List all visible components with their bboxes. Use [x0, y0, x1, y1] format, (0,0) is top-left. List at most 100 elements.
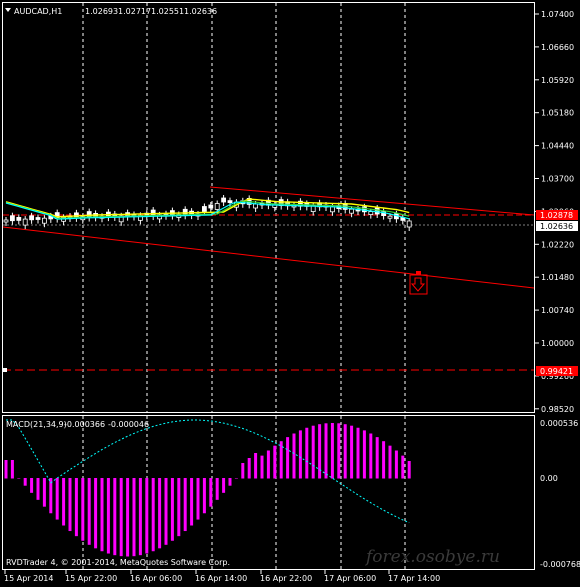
- macd-axis-bottom: -0.000768: [540, 560, 580, 569]
- candle-body: [16, 216, 22, 221]
- macd-bar: [286, 437, 290, 479]
- candle-body: [227, 200, 233, 204]
- macd-bar: [202, 478, 206, 514]
- candle-body: [29, 215, 35, 221]
- ohlc-high: 1.02717: [118, 7, 151, 16]
- macd-bar: [343, 424, 347, 479]
- macd-bar: [228, 478, 232, 486]
- macd-bar: [94, 478, 98, 549]
- macd-bar: [375, 437, 379, 479]
- candle-body: [253, 203, 259, 209]
- candle-body: [349, 208, 355, 214]
- macd-bar: [394, 450, 398, 479]
- macd-bar: [356, 427, 360, 479]
- macd-bar: [196, 478, 200, 520]
- macd-label: MACD(21,34,9): [6, 420, 67, 429]
- symbol-dropdown-icon[interactable]: [5, 8, 11, 12]
- svg-text:1.02878: 1.02878: [540, 211, 573, 220]
- macd-bar: [36, 478, 40, 500]
- watermark: forex.osobye.ru: [364, 547, 500, 567]
- time-tick-label: 16 Apr 06:00: [130, 574, 182, 583]
- macd-bar: [30, 478, 34, 493]
- symbol-label: AUDCAD,H1: [14, 7, 62, 16]
- macd-bar: [126, 478, 130, 557]
- candle-body: [208, 204, 214, 209]
- svg-text:0.99421: 0.99421: [540, 367, 573, 376]
- macd-bar: [330, 423, 334, 479]
- price-marker-current[interactable]: 1.02636: [536, 221, 578, 231]
- macd-bar: [10, 460, 14, 479]
- macd-bar: [298, 430, 302, 479]
- macd-bar: [81, 478, 85, 541]
- candle-body: [374, 207, 380, 215]
- macd-bar: [190, 478, 194, 526]
- candle-body: [387, 215, 393, 219]
- macd-bar: [247, 458, 251, 479]
- macd-bar: [241, 463, 245, 479]
- macd-bar: [55, 478, 59, 520]
- candle-body: [22, 218, 28, 226]
- macd-bar: [407, 461, 411, 479]
- macd-bar: [17, 478, 21, 479]
- price-marker-upper[interactable]: 1.02878: [536, 210, 578, 220]
- macd-bar: [177, 478, 181, 537]
- candle-body: [329, 206, 335, 213]
- macd-bar: [209, 478, 213, 507]
- macd-main-value: -0.000366: [64, 420, 105, 429]
- time-axis: 15 Apr 2014 15 Apr 22:00 16 Apr 06:00 16 Ap…: [4, 570, 440, 583]
- price-tick-label: 1.02220: [541, 240, 574, 249]
- candle-body: [214, 203, 220, 210]
- price-tick-label: 1.05180: [541, 109, 574, 118]
- price-tick-label: 0.98520: [541, 405, 574, 414]
- time-tick-label: 16 Apr 14:00: [195, 574, 247, 583]
- macd-bar: [170, 478, 174, 541]
- macd-bar: [260, 455, 264, 479]
- macd-bar: [138, 478, 142, 556]
- macd-bar: [183, 478, 187, 532]
- moving-averages: [5, 198, 410, 220]
- macd-bar: [266, 450, 270, 479]
- macd-bar: [87, 478, 91, 545]
- macd-bar: [305, 427, 309, 479]
- macd-bar: [362, 430, 366, 479]
- price-tick-label: 1.01480: [541, 273, 574, 282]
- time-tick-label: 16 Apr 22:00: [260, 574, 312, 583]
- time-grid-lines: [82, 3, 406, 569]
- candle-body: [9, 215, 15, 222]
- copyright-text: RVDTrader 4, © 2001-2014, MetaQuotes Sof…: [6, 558, 230, 567]
- time-tick-label: 15 Apr 2014: [4, 574, 53, 583]
- candle-body: [221, 197, 227, 203]
- price-tick-label: 1.00740: [541, 306, 574, 315]
- price-marker-lower[interactable]: 0.99421: [536, 366, 578, 376]
- macd-bar: [4, 460, 8, 479]
- ohlc-close: 1.02636: [184, 7, 217, 16]
- macd-bar: [350, 425, 354, 479]
- candle-body: [3, 219, 9, 223]
- macd-bar: [106, 478, 110, 554]
- macd-bar: [68, 478, 72, 532]
- time-tick-label: 15 Apr 22:00: [65, 574, 117, 583]
- macd-bar: [369, 433, 373, 479]
- macd-bar: [273, 445, 277, 479]
- macd-bar: [113, 478, 117, 556]
- signal-path: [6, 419, 410, 524]
- ohlc-open: 1.02693: [85, 7, 118, 16]
- macd-axis-top: 0.000536: [540, 419, 578, 428]
- trading-chart[interactable]: AUDCAD,H1 1.02693 1.02717 1.02551 1.0263…: [0, 0, 580, 587]
- macd-bar: [382, 441, 386, 479]
- macd-bar: [215, 478, 219, 500]
- macd-bar: [254, 453, 258, 479]
- candle-body: [201, 206, 207, 212]
- candle-body: [35, 217, 41, 220]
- macd-bar: [23, 478, 27, 486]
- price-tick-label: 1.00000: [541, 339, 574, 348]
- price-tick-label: 1.05920: [541, 76, 574, 85]
- macd-bar: [74, 478, 78, 537]
- macd-bar: [311, 425, 315, 479]
- macd-axis-zero: 0.00: [540, 474, 558, 483]
- macd-bar: [158, 478, 162, 549]
- macd-bar: [388, 445, 392, 479]
- macd-bar: [337, 423, 341, 479]
- macd-bar: [234, 478, 238, 479]
- macd-bar: [132, 478, 136, 557]
